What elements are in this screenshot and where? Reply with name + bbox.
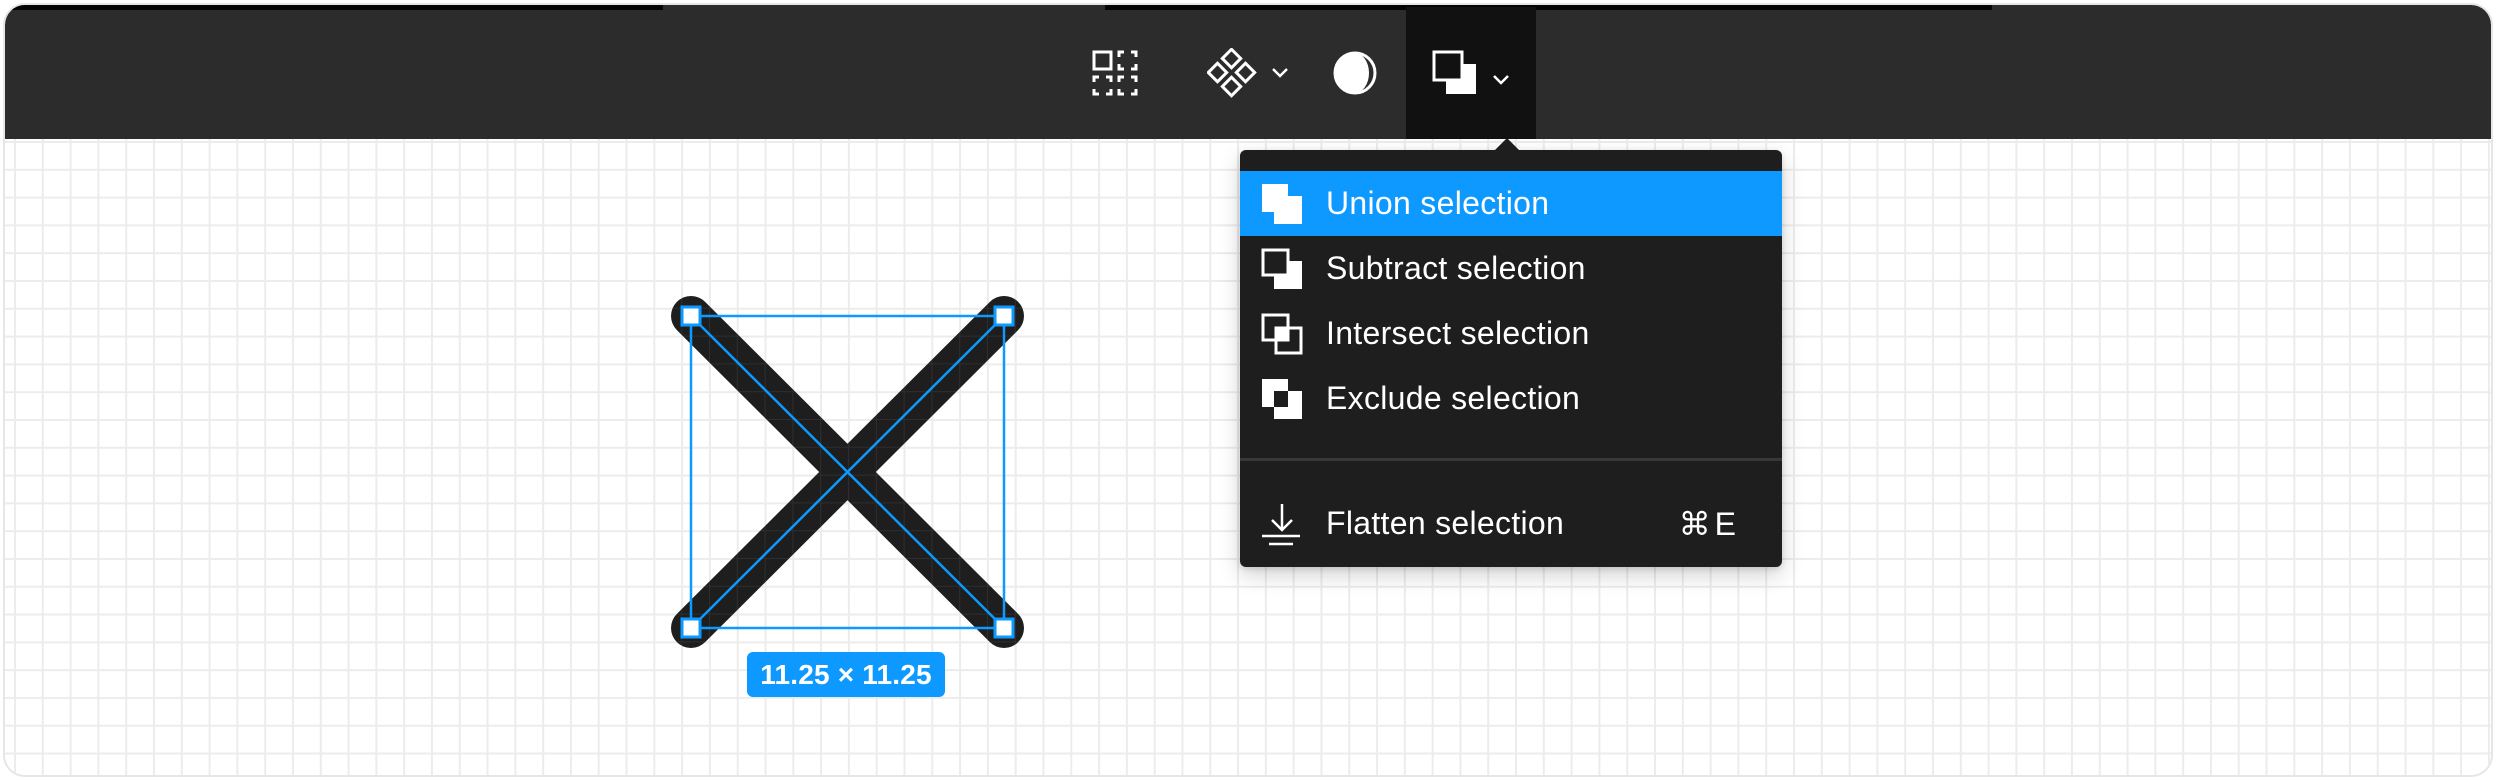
keyboard-shortcut: ⌘E — [1678, 505, 1740, 542]
resize-handle-top-right[interactable] — [993, 305, 1015, 327]
dimensions-label: 11.25 × 11.25 — [747, 652, 945, 697]
menu-item-union-selection[interactable]: Union selection — [1240, 171, 1782, 236]
component-icon — [1206, 48, 1257, 98]
menu-item-label: Subtract selection — [1326, 250, 1586, 286]
contrast-icon — [1333, 51, 1377, 95]
boolean-subtract-icon — [1432, 50, 1476, 94]
chevron-down-icon — [1493, 75, 1509, 85]
resize-handle-top-left[interactable] — [680, 305, 702, 327]
boolean-operations-menu: Union selection Subtract selection Inter… — [1240, 150, 1782, 567]
union-icon — [1260, 182, 1304, 226]
chevron-down-icon — [1271, 68, 1288, 78]
auto-layout-selection-button[interactable] — [1070, 7, 1160, 139]
resize-handle-bottom-right[interactable] — [993, 617, 1015, 639]
toolbar — [5, 5, 2491, 139]
menu-item-subtract-selection[interactable]: Subtract selection — [1240, 236, 1782, 301]
menu-item-label: Flatten selection — [1326, 505, 1565, 541]
menu-divider — [1240, 458, 1782, 461]
mask-button[interactable] — [1310, 7, 1400, 139]
boolean-operations-button[interactable] — [1406, 7, 1536, 139]
exclude-icon — [1260, 377, 1304, 421]
menu-item-intersect-selection[interactable]: Intersect selection — [1240, 301, 1782, 366]
resize-handle-bottom-left[interactable] — [680, 617, 702, 639]
app-window: 11.25 × 11.25 Union selection Subtract s… — [3, 3, 2493, 777]
menu-item-label: Exclude selection — [1326, 380, 1581, 416]
components-button[interactable] — [1190, 7, 1305, 139]
subtract-icon — [1260, 247, 1304, 291]
toolbar-top-stripe — [5, 5, 663, 10]
menu-item-label: Union selection — [1326, 185, 1550, 221]
flatten-icon — [1260, 502, 1304, 546]
intersect-icon — [1260, 312, 1304, 356]
menu-item-exclude-selection[interactable]: Exclude selection — [1240, 366, 1782, 431]
menu-pointer — [1493, 138, 1521, 152]
grid-selection-icon — [1092, 50, 1138, 96]
menu-item-label: Intersect selection — [1326, 315, 1590, 351]
menu-item-flatten-selection[interactable]: Flatten selection ⌘E — [1240, 491, 1782, 556]
